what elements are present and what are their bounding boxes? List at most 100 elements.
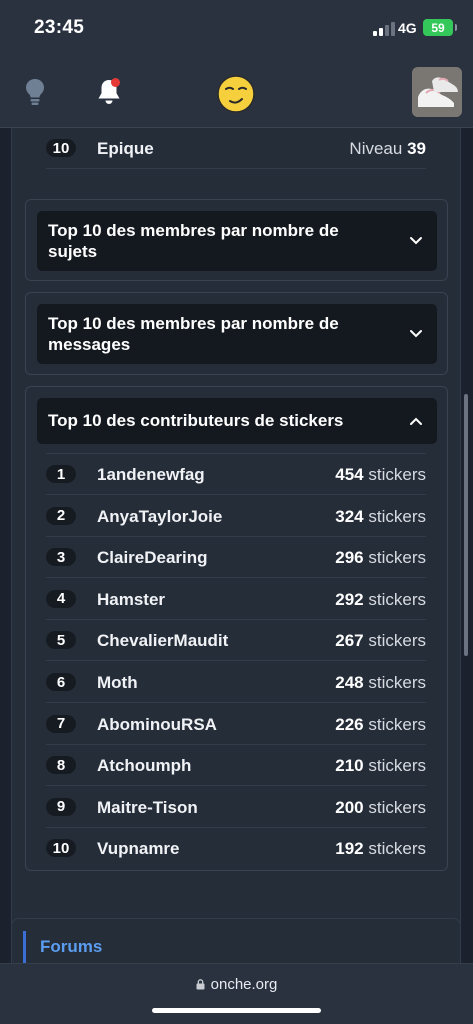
rank-badge: 7 [46,714,76,733]
sticker-count-number: 192 [335,839,364,859]
rank-badge: 3 [46,548,76,567]
chevron-up-icon[interactable] [409,416,423,426]
rank-badge: 2 [46,506,76,525]
sticker-count-number: 324 [335,506,364,526]
list-item: 3 ClaireDearing 296 stickers [46,537,426,579]
notification-badge [111,78,120,87]
level-row: 10 Epique Niveau 39 [46,128,426,169]
level-number: 39 [407,139,426,158]
sticker-count-number: 200 [335,797,364,817]
member-name[interactable]: Moth [97,673,138,693]
member-name[interactable]: Epique [97,139,154,159]
section-stickers-header[interactable]: Top 10 des contributeurs de stickers [37,398,437,444]
rank-badge: 8 [46,756,76,775]
sticker-count-number: 454 [335,465,364,484]
sticker-count: 292 stickers [335,590,426,610]
forums-accent-bar [23,931,26,963]
chevron-down-icon[interactable] [409,236,423,246]
status-bar: 23:45 4G 59 [0,0,473,56]
list-item: 4 Hamster 292 stickers [46,579,426,620]
section-topics-title: Top 10 des membres par nombre de sujets [48,221,339,261]
sticker-unit: stickers [368,839,426,859]
lock-icon [196,979,205,990]
list-divider [46,453,426,454]
sticker-count: 210 stickers [335,756,426,776]
top-nav [0,56,473,128]
battery-level: 59 [431,20,445,35]
member-name[interactable]: 1andenewfag [97,465,205,485]
sticker-count-number: 267 [335,631,364,651]
section-topics-header[interactable]: Top 10 des membres par nombre de sujets [37,211,437,271]
rank-badge: 6 [46,673,76,691]
member-name[interactable]: Maitre-Tison [97,798,198,818]
home-indicator[interactable] [152,1008,321,1013]
sticker-count-number: 296 [335,548,364,568]
list-item: 6 Moth 248 stickers [46,662,426,703]
sticker-count: 226 stickers [335,715,426,735]
level-label: Niveau [349,139,403,158]
member-name[interactable]: Hamster [97,590,165,610]
section-messages-title: Top 10 des membres par nombre de message… [48,314,339,354]
list-item: 5 ChevalierMaudit 267 stickers [46,620,426,662]
list-item: 2 AnyaTaylorJoie 324 stickers [46,496,426,537]
sticker-unit: stickers [368,589,426,609]
section-stickers-title: Top 10 des contributeurs de stickers [48,411,344,430]
lightbulb-icon[interactable] [24,78,46,106]
sticker-count: 324 stickers [335,507,426,527]
sticker-unit: stickers [368,673,426,692]
scrollbar[interactable] [464,394,468,656]
rank-badge: 10 [46,839,76,858]
browser-bar: onche.org [0,963,473,1024]
forums-title[interactable]: Forums [40,937,102,957]
network-type: 4G [398,20,417,36]
rank-badge: 1 [46,465,76,483]
list-item: 7 AbominouRSA 226 stickers [46,704,426,745]
level-value: Niveau 39 [349,139,426,159]
sticker-count-number: 226 [335,714,364,734]
member-name[interactable]: AnyaTaylorJoie [97,507,222,527]
sticker-unit: stickers [368,714,426,734]
url-text: onche.org [210,976,278,993]
sticker-count: 267 stickers [335,631,426,651]
forums-card: Forums [11,918,461,963]
sneakers-image [412,67,462,117]
member-name[interactable]: Atchoumph [97,756,191,776]
member-name[interactable]: AbominouRSA [97,715,217,735]
smiley-icon[interactable] [216,74,256,114]
sticker-count: 454 stickers [335,465,426,485]
list-item: 1 1andenewfag 454 stickers [46,454,426,495]
member-name[interactable]: ChevalierMaudit [97,631,228,651]
sticker-unit: stickers [368,548,426,568]
battery-icon: 59 [423,19,457,36]
sticker-count-number: 248 [335,673,364,692]
section-topics: Top 10 des membres par nombre de sujets [25,199,448,281]
url-bar[interactable]: onche.org [0,976,473,993]
rank-badge: 5 [46,631,76,650]
sticker-unit: stickers [368,797,426,817]
member-name[interactable]: Vupnamre [97,839,180,859]
list-item: 10 Vupnamre 192 stickers [46,828,426,869]
sticker-unit: stickers [368,506,426,526]
sticker-count-number: 210 [335,756,364,776]
rank-badge: 9 [46,797,76,816]
rank-badge: 10 [46,139,76,157]
sticker-unit: stickers [368,465,426,484]
status-time: 23:45 [34,17,85,38]
sticker-count: 296 stickers [335,548,426,568]
rank-badge: 4 [46,589,76,608]
member-name[interactable]: ClaireDearing [97,548,208,568]
section-messages: Top 10 des membres par nombre de message… [25,292,448,375]
profile-avatar[interactable] [412,67,462,117]
list-item: 8 Atchoumph 210 stickers [46,745,426,787]
section-messages-header[interactable]: Top 10 des membres par nombre de message… [37,304,437,364]
sticker-unit: stickers [368,631,426,651]
main-content: 10 Epique Niveau 39 Top 10 des membres p… [0,128,473,963]
signal-icon [373,22,395,36]
chevron-down-icon[interactable] [409,329,423,339]
sticker-unit: stickers [368,756,426,776]
sticker-count: 192 stickers [335,839,426,859]
sticker-count: 200 stickers [335,798,426,818]
sticker-count: 248 stickers [335,673,426,693]
sticker-count-number: 292 [335,589,364,609]
list-item: 9 Maitre-Tison 200 stickers [46,787,426,828]
